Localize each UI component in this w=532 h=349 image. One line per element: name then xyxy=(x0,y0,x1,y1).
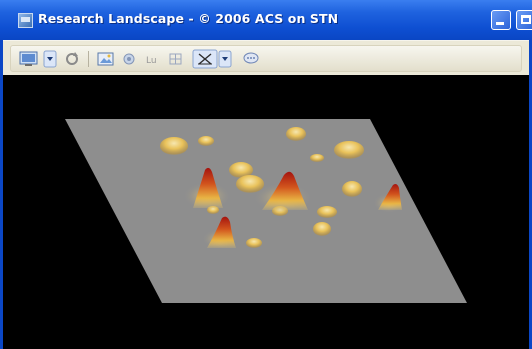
peak xyxy=(310,154,324,162)
peak xyxy=(317,206,337,218)
peak xyxy=(198,136,214,146)
maximize-icon[interactable] xyxy=(516,10,532,30)
axes-mode-dropdown[interactable] xyxy=(218,49,232,69)
view-mode-button[interactable] xyxy=(17,49,43,69)
title-bar[interactable]: Research Landscape - © 2006 ACS on STN xyxy=(0,0,532,40)
landscape-plane xyxy=(65,119,467,303)
annotate-button[interactable] xyxy=(120,49,140,69)
toolbar-strip xyxy=(10,45,522,72)
grid-button[interactable] xyxy=(166,49,186,69)
toolbar: Lu xyxy=(0,40,532,75)
grid-icon xyxy=(169,53,182,65)
research-landscape-window: Research Landscape - © 2006 ACS on STN L… xyxy=(0,0,532,349)
minimize-icon[interactable] xyxy=(491,10,511,30)
peak xyxy=(342,181,362,197)
label-toggle-button[interactable]: Lu xyxy=(143,49,163,69)
view-mode-dropdown[interactable] xyxy=(43,49,57,69)
peak xyxy=(334,141,364,159)
svg-text:Lu: Lu xyxy=(146,56,157,66)
export-image-button[interactable] xyxy=(95,49,117,69)
toolbar-separator xyxy=(88,51,89,67)
landscape-canvas xyxy=(65,119,467,303)
monitor-icon xyxy=(19,51,38,66)
refresh-button[interactable] xyxy=(62,49,82,69)
chevron-down-icon xyxy=(218,50,232,68)
peak xyxy=(286,127,306,141)
axes-mode-button[interactable] xyxy=(192,49,218,69)
window-frame-left xyxy=(0,40,3,349)
refresh-icon xyxy=(66,52,78,65)
landscape-app-icon xyxy=(18,13,33,28)
annotate-icon xyxy=(123,53,135,65)
window-title: Research Landscape - © 2006 ACS on STN xyxy=(38,11,339,26)
peak xyxy=(160,137,188,155)
comment-icon xyxy=(243,52,259,64)
landscape-viewport[interactable] xyxy=(0,75,532,349)
image-export-icon xyxy=(97,52,114,66)
chevron-down-icon xyxy=(43,50,57,68)
peak xyxy=(313,222,331,236)
comment-button[interactable] xyxy=(240,49,262,69)
label-icon: Lu xyxy=(146,56,157,66)
peak xyxy=(246,238,262,248)
axes-icon xyxy=(192,49,218,69)
